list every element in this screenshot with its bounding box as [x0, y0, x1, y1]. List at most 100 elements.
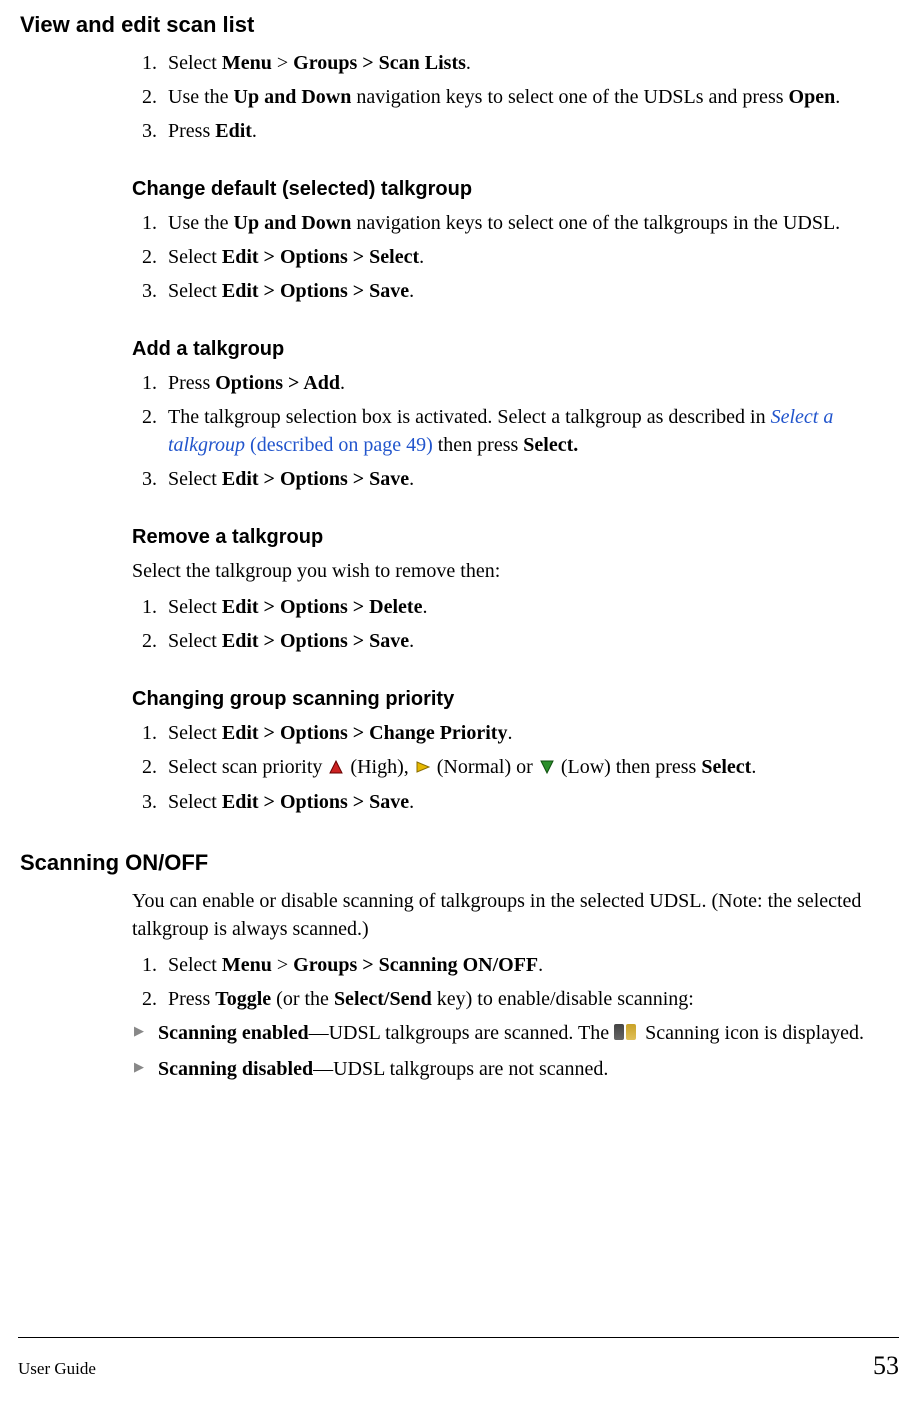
steps-change-default: Use the Up and Down navigation keys to s…	[132, 209, 879, 305]
text: Select	[701, 756, 751, 778]
list-item: Select Edit > Options > Change Priority.	[162, 719, 879, 747]
text: —UDSL talkgroups are scanned. The	[309, 1022, 614, 1044]
text: Up and Down	[234, 86, 352, 108]
list-item: Select Edit > Options > Save.	[162, 627, 879, 655]
list-item: Scanning disabled—UDSL talkgroups are no…	[132, 1055, 879, 1083]
list-item: Press Toggle (or the Select/Send key) to…	[162, 985, 879, 1013]
text: Select scan priority	[168, 756, 327, 778]
heading-view-edit-scan-list: View and edit scan list	[20, 10, 897, 41]
text: (High),	[345, 756, 413, 778]
text: Scanning enabled	[158, 1022, 309, 1044]
text: Select	[168, 596, 222, 618]
text: .	[419, 246, 424, 268]
text: Edit > Options > Save	[222, 791, 409, 813]
text: .	[538, 954, 543, 976]
text: Edit	[215, 120, 252, 142]
text: Press	[168, 988, 215, 1010]
text: .	[466, 52, 471, 74]
text: key) to enable/disable scanning:	[432, 988, 694, 1010]
text: Up and Down	[234, 212, 352, 234]
text: Select/Send	[334, 988, 432, 1010]
list-item: Select Edit > Options > Save.	[162, 788, 879, 816]
text: Use the	[168, 86, 234, 108]
text: Select	[168, 246, 222, 268]
steps-change-priority: Select Edit > Options > Change Priority.…	[132, 719, 879, 816]
text: (or the	[271, 988, 334, 1010]
list-item: Press Options > Add.	[162, 369, 879, 397]
text: Select	[168, 468, 222, 490]
list-item: The talkgroup selection box is activated…	[162, 403, 879, 459]
paragraph-remove-intro: Select the talkgroup you wish to remove …	[132, 557, 879, 585]
footer-title: User Guide	[18, 1357, 96, 1381]
list-item: Select Edit > Options > Delete.	[162, 593, 879, 621]
text: .	[422, 596, 427, 618]
text: Select	[168, 630, 222, 652]
steps-scanning-onoff: Select Menu > Groups > Scanning ON/OFF. …	[132, 951, 879, 1013]
text: .	[409, 791, 414, 813]
text: Options > Add	[215, 372, 340, 394]
heading-scanning-onoff: Scanning ON/OFF	[20, 848, 897, 879]
text: Scanning icon is displayed.	[640, 1022, 864, 1044]
text: Select	[168, 722, 222, 744]
text: .	[409, 280, 414, 302]
text: Edit > Options > Save	[222, 468, 409, 490]
text: .	[409, 468, 414, 490]
text: Edit > Options > Select	[222, 246, 419, 268]
text: Select.	[523, 434, 578, 456]
text: Select	[168, 791, 222, 813]
text: >	[272, 954, 293, 976]
text: Edit > Options > Save	[222, 280, 409, 302]
steps-remove-talkgroup: Select Edit > Options > Delete. Select E…	[132, 593, 879, 655]
heading-add-talkgroup: Add a talkgroup	[132, 335, 897, 363]
priority-normal-icon	[416, 754, 430, 782]
text: Use the	[168, 212, 234, 234]
steps-view-edit: Select Menu > Groups > Scan Lists. Use t…	[132, 49, 879, 145]
text: Menu	[222, 954, 272, 976]
text: .	[340, 372, 345, 394]
heading-change-default-talkgroup: Change default (selected) talkgroup	[132, 175, 897, 203]
text: (Normal) or	[432, 756, 538, 778]
text: Toggle	[215, 988, 271, 1010]
text: .	[751, 756, 756, 778]
text: Select	[168, 52, 222, 74]
list-item: Select Menu > Groups > Scan Lists.	[162, 49, 879, 77]
scanning-icon	[614, 1022, 640, 1042]
page-footer: User Guide 53	[18, 1337, 899, 1384]
text: Edit > Options > Delete	[222, 596, 423, 618]
text: —UDSL talkgroups are not scanned.	[313, 1058, 608, 1080]
text: .	[507, 722, 512, 744]
heading-change-priority: Changing group scanning priority	[132, 685, 897, 713]
text: .	[252, 120, 257, 142]
text: >	[272, 52, 293, 74]
list-item: Press Edit.	[162, 117, 879, 145]
text: navigation keys to select one of the UDS…	[351, 86, 788, 108]
text: Scanning disabled	[158, 1058, 313, 1080]
priority-high-icon	[329, 754, 343, 782]
text: (Low) then press	[556, 756, 702, 778]
text: The talkgroup selection box is activated…	[168, 406, 771, 428]
list-item: Use the Up and Down navigation keys to s…	[162, 83, 879, 111]
list-item: Select Menu > Groups > Scanning ON/OFF.	[162, 951, 879, 979]
text: Open	[789, 86, 836, 108]
bullet-list-scanning: Scanning enabled—UDSL talkgroups are sca…	[132, 1019, 879, 1083]
list-item: Scanning enabled—UDSL talkgroups are sca…	[132, 1019, 879, 1047]
list-item: Select Edit > Options > Select.	[162, 243, 879, 271]
text: Menu	[222, 52, 272, 74]
link-page-49[interactable]: (described on page 49)	[245, 434, 433, 456]
text: Edit > Options > Save	[222, 630, 409, 652]
paragraph-scanning-intro: You can enable or disable scanning of ta…	[132, 887, 879, 943]
text: then press	[433, 434, 524, 456]
text: Select	[168, 954, 222, 976]
text: navigation keys to select one of the tal…	[351, 212, 840, 234]
text: Edit > Options > Change Priority	[222, 722, 508, 744]
text: Groups > Scanning ON/OFF	[293, 954, 538, 976]
text: Groups > Scan Lists	[293, 52, 466, 74]
steps-add-talkgroup: Press Options > Add. The talkgroup selec…	[132, 369, 879, 493]
list-item: Select Edit > Options > Save.	[162, 465, 879, 493]
text: .	[409, 630, 414, 652]
text: Press	[168, 120, 215, 142]
list-item: Select Edit > Options > Save.	[162, 277, 879, 305]
text: .	[835, 86, 840, 108]
priority-low-icon	[540, 754, 554, 782]
list-item: Select scan priority (High), (Normal) or…	[162, 753, 879, 782]
